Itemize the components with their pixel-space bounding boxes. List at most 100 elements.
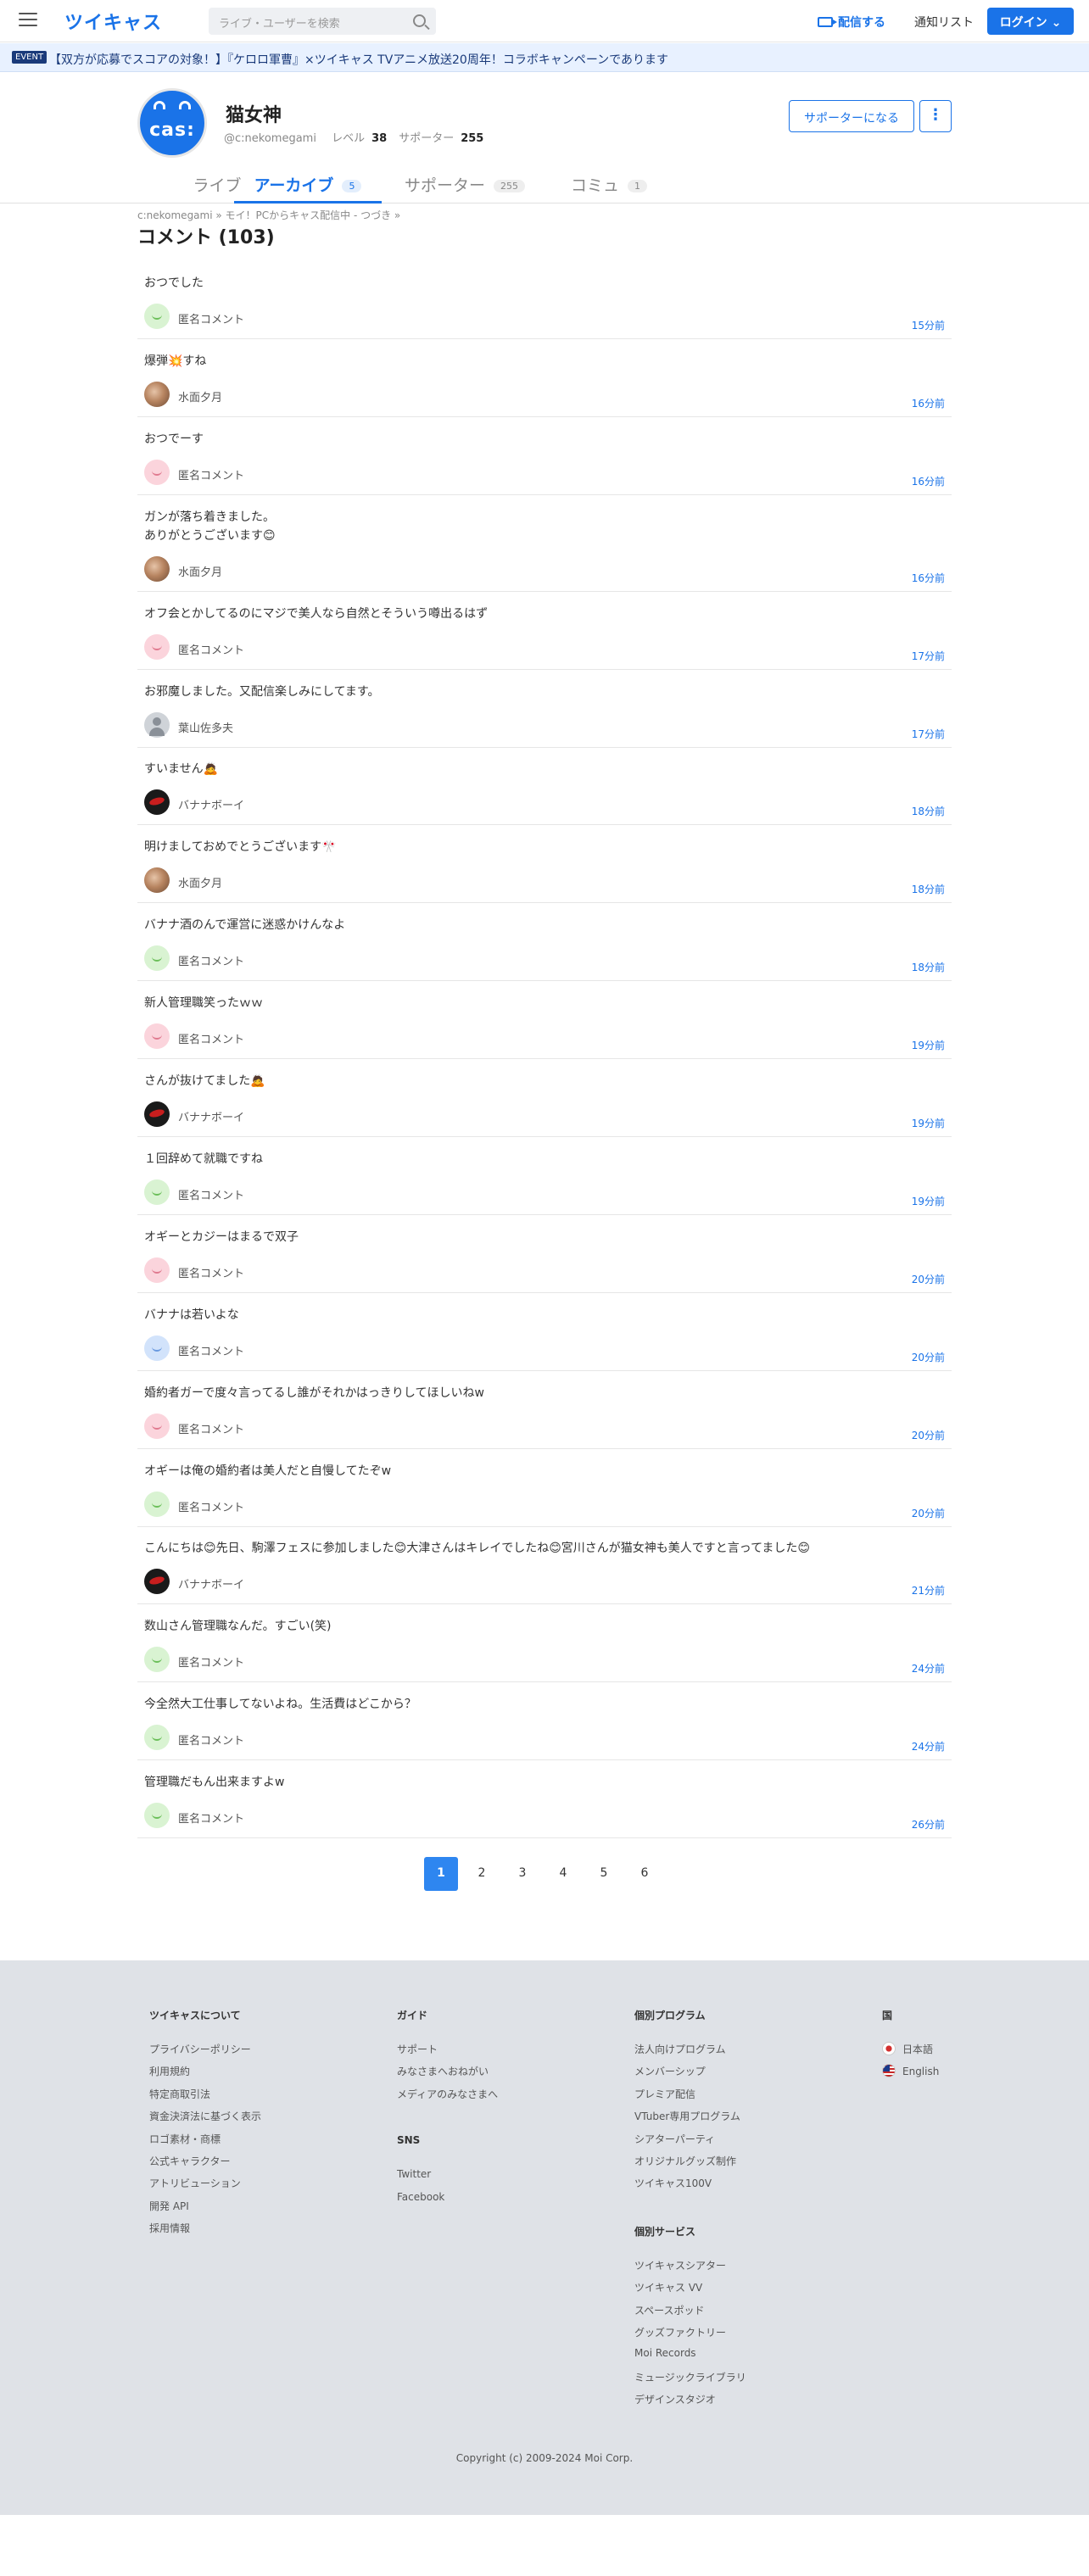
user-avatar[interactable] [144,633,170,660]
footer-link[interactable]: ミュージックライブラリ [634,2370,746,2392]
comment-time[interactable]: 26分前 [912,1817,945,1832]
footer-link[interactable]: みなさまへおねがい [397,2064,498,2086]
footer-link[interactable]: Facebook [397,2191,498,2213]
user-avatar[interactable] [144,945,170,972]
user-avatar[interactable] [144,1023,170,1050]
comment-time[interactable]: 19分前 [912,1194,945,1208]
profile-avatar[interactable]: cas: [137,88,207,158]
footer-link[interactable]: プレミア配信 [634,2087,746,2109]
comment-time[interactable]: 18分前 [912,882,945,896]
comment-user[interactable]: 匿名コメント [178,1731,244,1748]
footer-link[interactable]: 開発 API [149,2199,261,2221]
comment-user[interactable]: 水面夕月 [178,563,222,579]
search-input[interactable]: ライブ・ユーザーを検索 [209,8,436,35]
lang-english[interactable]: English [882,2064,939,2086]
user-avatar[interactable] [144,1803,170,1829]
comment-user[interactable]: 匿名コメント [178,641,244,657]
login-button[interactable]: ログイン ⌄ [987,8,1074,35]
comment-time[interactable]: 18分前 [912,960,945,974]
user-avatar[interactable] [144,1725,170,1751]
footer-link[interactable]: グッズファクトリー [634,2325,746,2347]
footer-link[interactable]: プライバシーポリシー [149,2042,261,2064]
footer-link[interactable]: メディアのみなさまへ [397,2087,498,2109]
user-avatar[interactable] [144,1647,170,1673]
more-options-button[interactable]: ⋮ [919,100,952,132]
comment-time[interactable]: 20分前 [912,1506,945,1520]
user-avatar[interactable] [144,1335,170,1361]
user-avatar[interactable] [144,1491,170,1517]
page-button[interactable]: 6 [628,1857,662,1891]
user-avatar[interactable] [144,1569,170,1595]
user-avatar[interactable] [144,459,170,485]
comment-user[interactable]: 水面夕月 [178,874,222,890]
notify-list-link[interactable]: 通知リスト [914,14,974,31]
page-button[interactable]: 5 [587,1857,621,1891]
comment-time[interactable]: 16分前 [912,474,945,488]
comment-user[interactable]: 匿名コメント [178,952,244,968]
comment-time[interactable]: 19分前 [912,1116,945,1130]
comment-user[interactable]: 匿名コメント [178,1264,244,1280]
comment-time[interactable]: 18分前 [912,804,945,818]
footer-link[interactable]: VTuber専用プログラム [634,2109,746,2131]
footer-link[interactable]: サポート [397,2042,498,2064]
tab-community[interactable]: コミュ 1 [567,173,651,204]
lang-japanese[interactable]: 日本語 [882,2042,939,2064]
become-supporter-button[interactable]: サポーターになる [789,100,914,132]
footer-link[interactable]: ツイキャスシアター [634,2258,746,2280]
comment-time[interactable]: 15分前 [912,318,945,332]
page-button[interactable]: 4 [546,1857,580,1891]
comment-time[interactable]: 20分前 [912,1428,945,1442]
user-avatar[interactable] [144,555,170,582]
footer-link[interactable]: シアターパーティ [634,2132,746,2154]
comment-user[interactable]: 水面夕月 [178,388,222,404]
comment-time[interactable]: 21分前 [912,1583,945,1597]
comment-time[interactable]: 17分前 [912,649,945,663]
comment-time[interactable]: 16分前 [912,396,945,410]
comment-user[interactable]: 匿名コメント [178,1186,244,1202]
comment-user[interactable]: バナナボーイ [178,796,244,812]
footer-link[interactable]: デザインスタジオ [634,2392,746,2414]
comment-time[interactable]: 20分前 [912,1350,945,1364]
user-avatar[interactable] [144,1413,170,1439]
comment-time[interactable]: 20分前 [912,1272,945,1286]
footer-link[interactable]: ツイキャス100V [634,2176,746,2198]
footer-link[interactable]: 採用情報 [149,2221,261,2243]
comment-time[interactable]: 24分前 [912,1661,945,1676]
user-avatar[interactable] [144,1257,170,1283]
user-avatar[interactable] [144,304,170,329]
event-text[interactable]: 【双方が応募でスコアの対象！】『ケロロ軍曹』×ツイキャス TVアニメ放送20周年… [49,51,668,68]
broadcast-button[interactable]: 配信する [818,14,885,31]
page-button[interactable]: 1 [424,1857,458,1891]
page-button[interactable]: 3 [505,1857,539,1891]
user-avatar[interactable] [144,711,170,738]
tab-supporters[interactable]: サポーター 255 [397,173,533,204]
user-avatar[interactable] [144,1101,170,1127]
comment-user[interactable]: バナナボーイ [178,1575,244,1592]
comment-user[interactable]: 匿名コメント [178,1420,244,1436]
comment-user[interactable]: 匿名コメント [178,1653,244,1670]
comment-user[interactable]: 匿名コメント [178,1809,244,1826]
footer-link[interactable]: アトリビューション [149,2176,261,2198]
footer-link[interactable]: 公式キャラクター [149,2154,261,2176]
user-avatar[interactable] [144,381,170,407]
footer-link[interactable]: 利用規約 [149,2064,261,2086]
comment-user[interactable]: 葉山佐多夫 [178,719,233,735]
footer-link[interactable]: ロゴ素材・商標 [149,2132,261,2154]
footer-link[interactable]: Twitter [397,2168,498,2190]
comment-time[interactable]: 16分前 [912,571,945,585]
tab-archive[interactable]: アーカイブ 5 [234,173,382,204]
site-logo[interactable]: ツイキャス [64,8,162,35]
user-avatar[interactable] [144,867,170,894]
search-icon[interactable] [413,14,426,27]
footer-link[interactable]: 資金決済法に基づく表示 [149,2109,261,2131]
comment-user[interactable]: 匿名コメント [178,310,244,326]
comment-user[interactable]: 匿名コメント [178,1030,244,1046]
comment-time[interactable]: 19分前 [912,1038,945,1052]
footer-link[interactable]: 法人向けプログラム [634,2042,746,2064]
footer-link[interactable]: Moi Records [634,2347,746,2369]
user-avatar[interactable] [144,1179,170,1205]
footer-link[interactable]: メンバーシップ [634,2064,746,2086]
footer-link[interactable]: スペースポッド [634,2303,746,2325]
comment-time[interactable]: 24分前 [912,1739,945,1754]
page-button[interactable]: 2 [465,1857,499,1891]
